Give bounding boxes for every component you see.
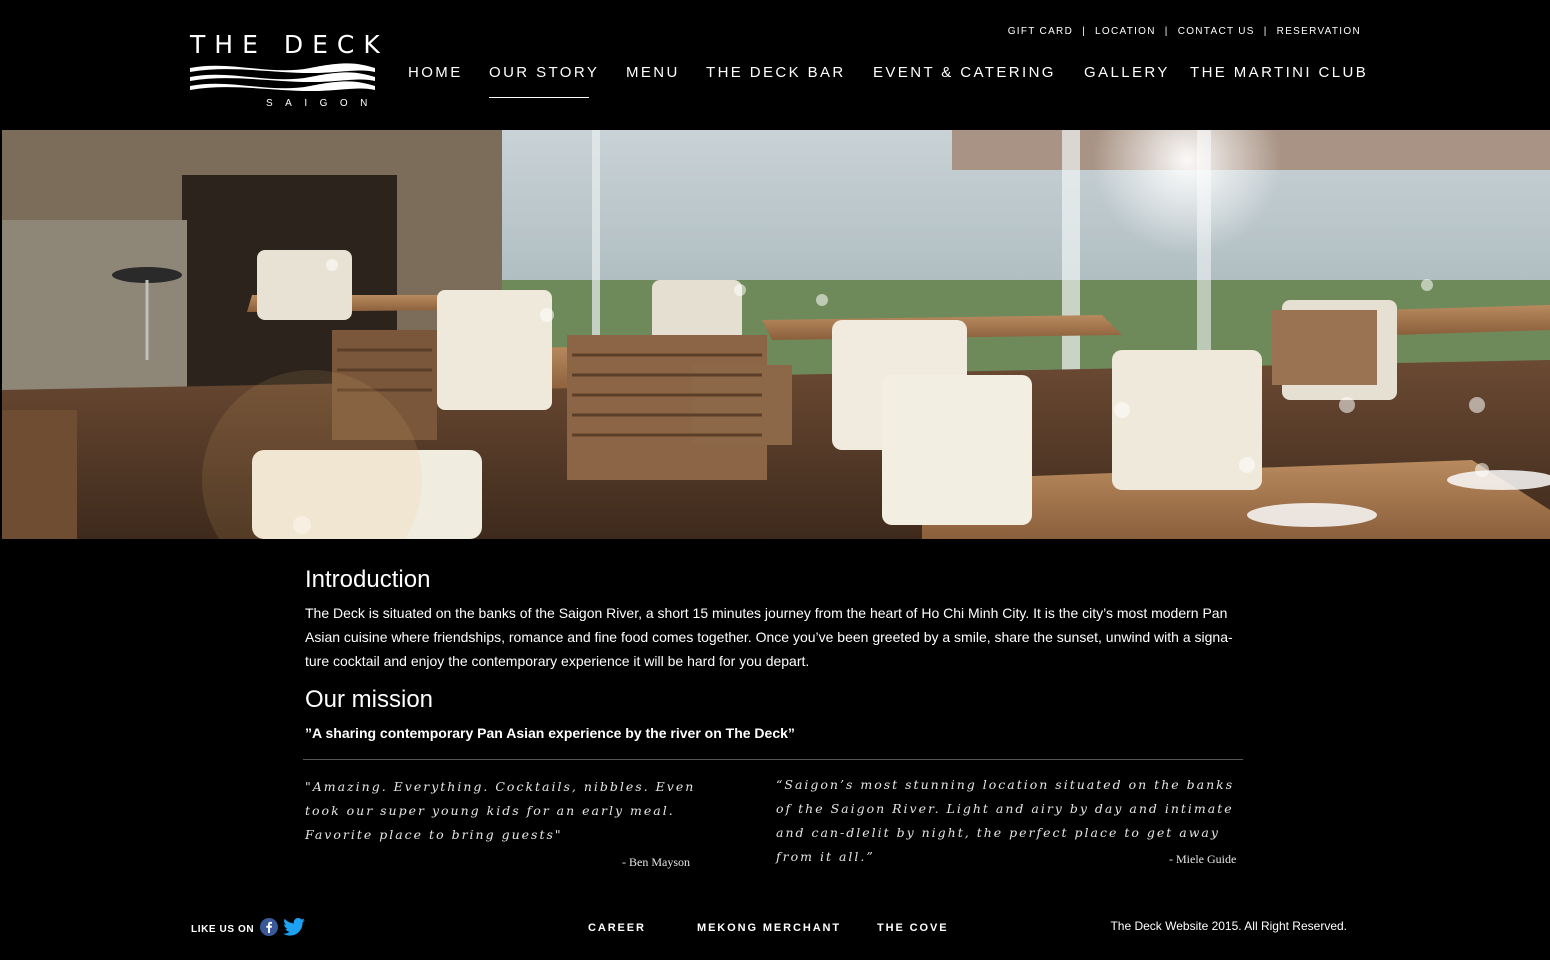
main-content: Introduction The Deck is situated on the… (305, 565, 1245, 741)
restaurant-photo (2, 130, 1550, 539)
logo-title: THE DECK (190, 30, 389, 59)
twitter-icon[interactable] (283, 918, 306, 941)
intro-text: The Deck is situated on the banks of the… (305, 605, 1233, 669)
nav-our-story[interactable]: OUR STORY (489, 64, 599, 98)
reservation-link[interactable]: RESERVATION (1277, 26, 1361, 37)
review-author: - Ben Mayson (622, 855, 690, 869)
review-quote: "Amazing. Everything. Cocktails, nibbles… (305, 779, 696, 842)
nav-home[interactable]: HOME (408, 64, 463, 82)
utility-nav: GIFT CARD | LOCATION | CONTACT US | RESE… (1008, 26, 1361, 37)
utility-separator: | (1082, 26, 1086, 37)
divider (303, 759, 1243, 760)
logo[interactable]: THE DECK SAIGON (190, 30, 389, 112)
nav-gallery[interactable]: GALLERY (1084, 64, 1170, 82)
mission-heading: Our mission (305, 686, 434, 713)
gift-card-link[interactable]: GIFT CARD (1008, 26, 1073, 37)
logo-subtitle: SAIGON (266, 98, 380, 109)
location-link[interactable]: LOCATION (1095, 26, 1156, 37)
social-links: LIKE US ON (191, 918, 310, 941)
footer-link-the-cove[interactable]: THE COVE (877, 922, 948, 934)
review-author: - Miele Guide (1169, 852, 1237, 866)
like-us-label: LIKE US ON (191, 924, 255, 935)
hero-image (2, 130, 1550, 539)
contact-us-link[interactable]: CONTACT US (1178, 26, 1255, 37)
copyright: The Deck Website 2015. All Right Reserve… (1110, 919, 1347, 933)
utility-separator: | (1164, 26, 1169, 37)
intro-heading: Introduction (305, 566, 431, 593)
logo-waves-icon (190, 63, 375, 91)
mission-quote: ”A sharing contemporary Pan Asian experi… (305, 725, 795, 741)
footer-link-mekong-merchant[interactable]: MEKONG MERCHANT (697, 922, 841, 934)
utility-separator: | (1263, 26, 1268, 37)
facebook-icon[interactable] (260, 918, 279, 941)
nav-event-catering[interactable]: EVENT & CATERING (873, 64, 1056, 82)
nav-the-martini-club[interactable]: THE MARTINI CLUB (1190, 64, 1368, 82)
footer-link-career[interactable]: CAREER (588, 922, 646, 934)
nav-the-deck-bar[interactable]: THE DECK BAR (706, 64, 846, 82)
nav-menu[interactable]: MENU (626, 64, 680, 82)
